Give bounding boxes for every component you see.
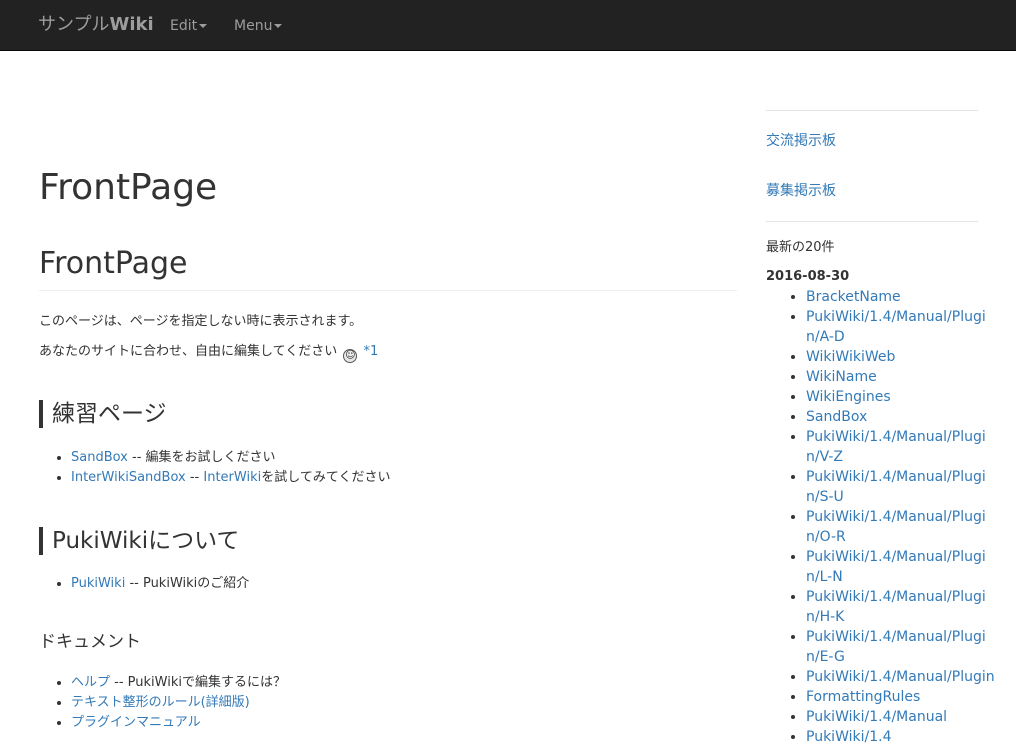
recent-page-link[interactable]: WikiWikiWeb <box>806 349 895 365</box>
recent-page-link[interactable]: PukiWiki/1.4/Manual/Plugin <box>806 669 995 685</box>
formatting-rules-link[interactable]: テキスト整形のルール(詳細版) <box>71 695 250 710</box>
brand-link[interactable]: サンプルWiki <box>38 14 154 36</box>
divider <box>766 110 978 111</box>
list-item: PukiWiki/1.4/Manual/Plugin/S-U <box>806 467 998 507</box>
recent-page-link[interactable]: PukiWiki/1.4/Manual/Plugin/E-G <box>806 629 986 665</box>
edit-paragraph: あなたのサイトに合わせ、自由に編集してください ☺ *1 <box>39 342 378 363</box>
sidebar-link-recruit-board[interactable]: 募集掲示板 <box>766 181 836 201</box>
top-navbar: サンプルWiki Edit Menu <box>0 0 1016 51</box>
list-item: WikiEngines <box>806 387 998 407</box>
sandbox-link[interactable]: SandBox <box>71 450 128 465</box>
recent-page-link[interactable]: BracketName <box>806 289 901 305</box>
recent-page-link[interactable]: PukiWiki/1.4 <box>806 729 891 745</box>
recent-page-link[interactable]: WikiEngines <box>806 389 891 405</box>
list-item: FormattingRules <box>806 687 998 707</box>
divider <box>766 221 978 222</box>
recent-page-link[interactable]: SandBox <box>806 409 867 425</box>
interwikisandbox-link[interactable]: InterWikiSandBox <box>71 470 186 485</box>
list-item: テキスト整形のルール(詳細版) <box>71 693 286 713</box>
recent-page-link[interactable]: PukiWiki/1.4/Manual <box>806 709 947 725</box>
interwiki-link[interactable]: InterWiki <box>203 470 261 485</box>
list-item: PukiWiki/1.4/Manual/Plugin/A-D <box>806 307 998 347</box>
menu-dropdown[interactable]: Menu <box>234 17 283 35</box>
list-item: プラグインマニュアル <box>71 713 286 733</box>
list-item: PukiWiki/1.4/Manual/Plugin/E-G <box>806 627 998 667</box>
chevron-down-icon <box>199 24 208 28</box>
intro-paragraph: このページは、ページを指定しない時に表示されます。 <box>39 314 363 329</box>
list-item-text: -- 編集をお試しください <box>127 450 276 465</box>
plugin-manual-link[interactable]: プラグインマニュアル <box>71 715 201 730</box>
list-item: PukiWiki/1.4/Manual <box>806 707 998 727</box>
page-title: FrontPage <box>39 167 218 208</box>
chevron-down-icon <box>274 24 283 28</box>
footnote-link[interactable]: *1 <box>364 344 379 359</box>
list-item-text: -- PukiWikiで編集するには？ <box>110 675 286 690</box>
recent-page-link[interactable]: FormattingRules <box>806 689 920 705</box>
recent-page-link[interactable]: PukiWiki/1.4/Manual/Plugin/S-U <box>806 469 986 505</box>
list-item: WikiWikiWeb <box>806 347 998 367</box>
list-item-text: を試してみてください <box>261 470 391 485</box>
docs-list: ヘルプ -- PukiWikiで編集するには？ テキスト整形のルール(詳細版) … <box>39 673 286 733</box>
recent-changes-label: 最新の20件 <box>766 240 835 255</box>
list-item: SandBox -- 編集をお試しください <box>71 448 390 468</box>
list-item: PukiWiki/1.4/Manual/Plugin <box>806 667 998 687</box>
list-item: PukiWiki -- PukiWikiのご紹介 <box>71 574 249 594</box>
list-item: ヘルプ -- PukiWikiで編集するには？ <box>71 673 286 693</box>
recent-page-link[interactable]: PukiWiki/1.4/Manual/Plugin/L-N <box>806 549 986 585</box>
list-item: WikiName <box>806 367 998 387</box>
section-practice-heading: 練習ページ <box>39 400 167 428</box>
list-item-text: -- PukiWikiのご紹介 <box>125 576 250 591</box>
menu-dropdown-label: Menu <box>234 18 273 34</box>
smile-icon: ☺ <box>343 349 358 363</box>
page-heading: FrontPage <box>39 244 737 291</box>
edit-paragraph-text: あなたのサイトに合わせ、自由に編集してください <box>39 344 338 359</box>
list-item: PukiWiki/1.4 <box>806 727 998 747</box>
list-item: PukiWiki/1.4/Manual/Plugin/V-Z <box>806 427 998 467</box>
list-item: PukiWiki/1.4/Manual/Plugin/L-N <box>806 547 998 587</box>
about-list: PukiWiki -- PukiWikiのご紹介 <box>39 574 249 594</box>
edit-menu-label: Edit <box>170 18 198 34</box>
help-link[interactable]: ヘルプ <box>71 675 110 690</box>
recent-page-link[interactable]: PukiWiki/1.4/Manual/Plugin/A-D <box>806 309 986 345</box>
recent-page-link[interactable]: PukiWiki/1.4/Manual/Plugin/V-Z <box>806 429 986 465</box>
edit-menu[interactable]: Edit <box>170 17 208 35</box>
sidebar-link-exchange-board[interactable]: 交流掲示板 <box>766 131 836 151</box>
recent-changes-list: BracketName PukiWiki/1.4/Manual/Plugin/A… <box>766 287 998 747</box>
brand-wiki: Wiki <box>109 14 154 35</box>
recent-page-link[interactable]: PukiWiki/1.4/Manual/Plugin/O-R <box>806 509 986 545</box>
list-item: InterWikiSandBox -- InterWikiを試してみてください <box>71 468 390 488</box>
recent-page-link[interactable]: WikiName <box>806 369 877 385</box>
list-item: PukiWiki/1.4/Manual/Plugin/O-R <box>806 507 998 547</box>
recent-page-link[interactable]: PukiWiki/1.4/Manual/Plugin/H-K <box>806 589 986 625</box>
list-item: SandBox <box>806 407 998 427</box>
pukiwiki-link[interactable]: PukiWiki <box>71 576 125 591</box>
list-item-sep: -- <box>185 470 204 485</box>
list-item: PukiWiki/1.4/Manual/Plugin/H-K <box>806 587 998 627</box>
recent-date: 2016-08-30 <box>766 269 850 284</box>
brand-prefix: サンプル <box>38 14 110 35</box>
practice-list: SandBox -- 編集をお試しください InterWikiSandBox -… <box>39 448 390 488</box>
list-item: BracketName <box>806 287 998 307</box>
section-about-heading: PukiWikiについて <box>39 527 239 555</box>
section-docs-heading: ドキュメント <box>39 632 141 652</box>
